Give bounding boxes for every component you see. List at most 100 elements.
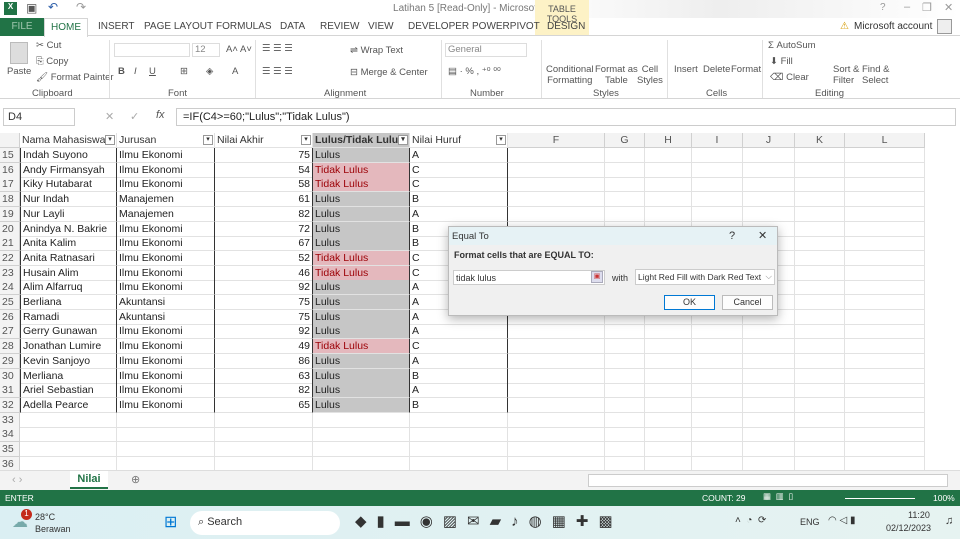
clock-time[interactable]: 11:20 (908, 510, 930, 520)
cell[interactable]: Husain Alim (20, 266, 117, 281)
cell[interactable] (795, 192, 845, 207)
cell[interactable] (845, 413, 925, 428)
cell[interactable] (795, 310, 845, 325)
cell[interactable] (845, 280, 925, 295)
cell[interactable]: B (410, 192, 508, 207)
row-header[interactable]: 32 (0, 398, 20, 413)
name-box[interactable]: D4 (3, 108, 75, 126)
cell[interactable]: Kiky Hutabarat (20, 177, 117, 192)
cell[interactable] (117, 457, 215, 470)
cell[interactable] (795, 398, 845, 413)
cell[interactable]: 49 (215, 339, 313, 354)
cell[interactable]: 72 (215, 222, 313, 237)
cell[interactable]: Tidak Lulus (313, 266, 410, 281)
filter-dropdown-icon[interactable]: ▾ (301, 135, 311, 145)
tab-review[interactable]: REVIEW (320, 21, 359, 32)
cell[interactable] (692, 413, 743, 428)
cell[interactable]: A (410, 354, 508, 369)
italic-button[interactable]: I (134, 66, 137, 77)
insert-function-icon[interactable]: fx (156, 109, 165, 121)
cell[interactable] (795, 207, 845, 222)
cell[interactable] (795, 236, 845, 251)
cell[interactable] (605, 324, 645, 339)
column-header-2[interactable]: Jurusan ▾ (117, 133, 215, 148)
avatar[interactable] (937, 19, 952, 34)
cell[interactable] (743, 457, 795, 470)
cell[interactable] (410, 413, 508, 428)
cell[interactable] (743, 427, 795, 442)
cell[interactable]: A (410, 383, 508, 398)
cell[interactable]: Lulus (313, 207, 410, 222)
format-cells-button[interactable]: Format (731, 64, 761, 75)
cell[interactable] (508, 457, 605, 470)
cell[interactable] (743, 413, 795, 428)
cell[interactable] (508, 207, 605, 222)
tab-formulas[interactable]: FORMULAS (216, 21, 272, 32)
cell[interactable]: A (410, 207, 508, 222)
cell[interactable] (20, 427, 117, 442)
borders-icon[interactable]: ⊞ (180, 66, 188, 77)
cell[interactable]: Ilmu Ekonomi (117, 266, 215, 281)
cell[interactable]: Ilmu Ekonomi (117, 222, 215, 237)
cell[interactable]: Gerry Gunawan (20, 324, 117, 339)
number-format-select[interactable]: General (445, 43, 527, 57)
cell[interactable] (645, 442, 692, 457)
cell[interactable] (795, 251, 845, 266)
cell[interactable]: A (410, 324, 508, 339)
cell[interactable]: 92 (215, 280, 313, 295)
cell[interactable] (692, 148, 743, 163)
row-header[interactable]: 16 (0, 163, 20, 178)
equal-to-value-input[interactable]: tidak lulus (453, 270, 605, 285)
insert-cells-button[interactable]: Insert (674, 64, 698, 75)
column-header-9[interactable]: I (692, 133, 743, 148)
cell[interactable] (845, 295, 925, 310)
cell[interactable] (743, 339, 795, 354)
cell[interactable] (508, 192, 605, 207)
cancel-button[interactable]: Cancel (722, 295, 773, 310)
cell[interactable] (605, 457, 645, 470)
column-header-3[interactable]: Nilai Akhir ▾ (215, 133, 313, 148)
column-header-5[interactable]: Nilai Huruf ▾ (410, 133, 508, 148)
wrap-text-button[interactable]: ⇌ Wrap Text (350, 45, 403, 56)
cell[interactable]: B (410, 398, 508, 413)
cell[interactable] (215, 457, 313, 470)
cell[interactable] (645, 324, 692, 339)
column-header-6[interactable]: F (508, 133, 605, 148)
row-header[interactable]: 23 (0, 266, 20, 281)
cell[interactable]: Nur Layli (20, 207, 117, 222)
cell[interactable]: Kevin Sanjoyo (20, 354, 117, 369)
cell[interactable] (692, 442, 743, 457)
tab-developer[interactable]: DEVELOPER (408, 21, 469, 32)
cell[interactable]: Ilmu Ekonomi (117, 324, 215, 339)
cell[interactable] (605, 398, 645, 413)
cell[interactable] (605, 383, 645, 398)
clock-date[interactable]: 02/12/2023 (886, 523, 931, 533)
cell[interactable] (410, 442, 508, 457)
tab-file[interactable]: FILE (0, 18, 44, 36)
sheet-tab-nilai[interactable]: Nilai (70, 471, 108, 489)
cell[interactable] (692, 163, 743, 178)
cell[interactable]: B (410, 369, 508, 384)
row-header[interactable]: 18 (0, 192, 20, 207)
tab-view[interactable]: VIEW (368, 21, 394, 32)
cell[interactable]: Lulus (313, 383, 410, 398)
cell[interactable] (692, 369, 743, 384)
cell[interactable] (508, 442, 605, 457)
cell[interactable]: Nur Indah (20, 192, 117, 207)
cell[interactable] (845, 207, 925, 222)
cell[interactable] (795, 324, 845, 339)
filter-dropdown-icon[interactable]: ▾ (105, 135, 115, 145)
system-tray-icons[interactable]: ˄ ◔ ⟳ (735, 515, 766, 526)
clear-button[interactable]: ⌫ Clear (770, 72, 809, 83)
cell[interactable]: A (410, 148, 508, 163)
cell[interactable] (692, 177, 743, 192)
column-header-11[interactable]: K (795, 133, 845, 148)
cell[interactable] (605, 427, 645, 442)
cell[interactable] (795, 177, 845, 192)
row-header[interactable]: 35 (0, 442, 20, 457)
cell[interactable] (743, 398, 795, 413)
cell[interactable]: C (410, 163, 508, 178)
cell[interactable] (605, 413, 645, 428)
cell[interactable]: Alim Alfarruq (20, 280, 117, 295)
cell[interactable] (692, 192, 743, 207)
